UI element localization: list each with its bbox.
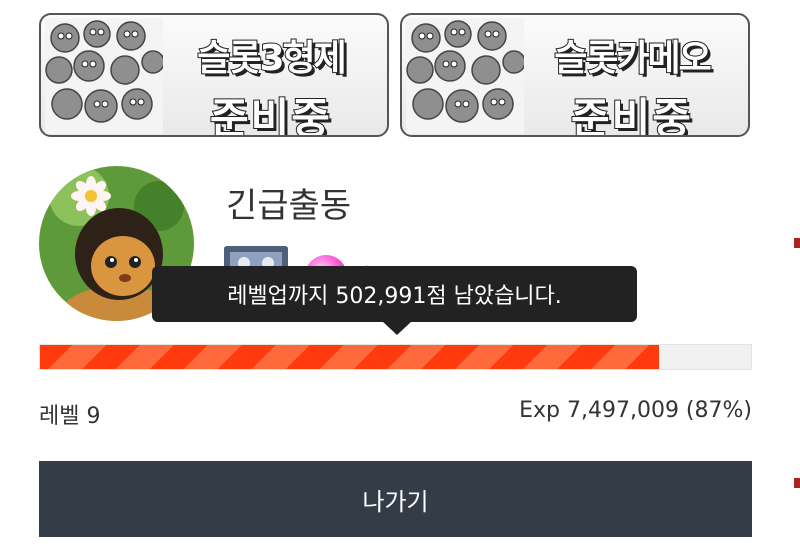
exp-label: Exp 7,497,009 (87%) [519, 398, 752, 423]
exit-button[interactable]: 나가기 [39, 461, 752, 537]
banner-characters-image [45, 18, 163, 134]
tooltip-text: 레벨업까지 502,991점 남았습니다. [227, 284, 562, 309]
exp-progress-fill [40, 345, 659, 369]
levelup-tooltip: 레벨업까지 502,991점 남았습니다. [152, 266, 637, 322]
banner-title-line2: 준비중 [209, 93, 332, 137]
tooltip-arrow [382, 321, 412, 335]
level-label: 레벨 9 [39, 404, 101, 429]
exit-button-label: 나가기 [362, 487, 429, 516]
banner-title: 슬롯카메오 준비중 [520, 15, 744, 135]
banner-characters-image [406, 18, 524, 134]
banner-title-line2: 준비중 [570, 93, 693, 137]
banner-slot-cameo[interactable]: 슬롯카메오 준비중 [400, 13, 750, 137]
banner-title-line1: 슬롯3형제 [196, 37, 348, 80]
exp-progress-bar [39, 344, 752, 370]
banner-title-line1: 슬롯카메오 [553, 37, 713, 80]
banner-slot-3-brothers[interactable]: 슬롯3형제 준비중 [39, 13, 389, 137]
edge-marker [794, 238, 800, 248]
banner-title: 슬롯3형제 준비중 [159, 15, 383, 135]
edge-marker [794, 478, 800, 488]
profile-nickname: 긴급출동 [226, 186, 352, 226]
